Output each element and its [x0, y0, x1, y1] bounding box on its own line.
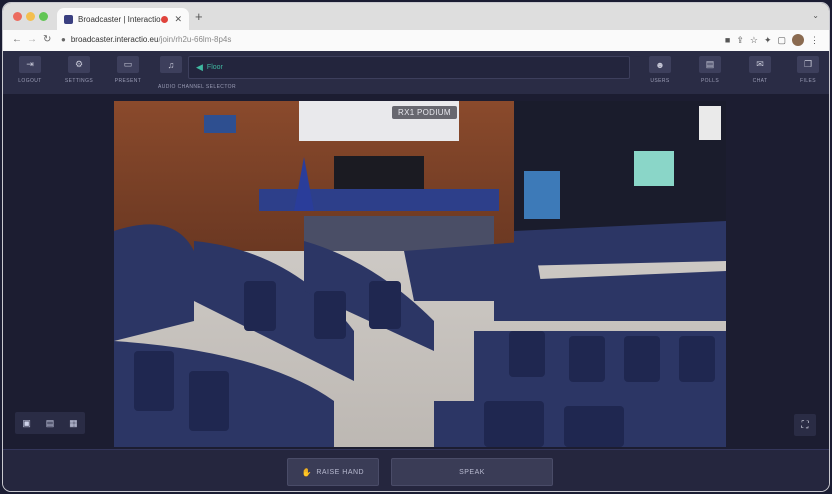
- polls-icon: ▤: [699, 56, 721, 73]
- speak-button[interactable]: SPEAK: [391, 458, 553, 486]
- speak-label: SPEAK: [459, 468, 485, 476]
- logout-label: LOGOUT: [18, 78, 42, 84]
- lock-icon: ●: [61, 35, 66, 44]
- browser-menu-icon[interactable]: ⋮: [810, 35, 819, 46]
- browser-extension-icons: ■ ⇪ ☆ ✦ ▢ ⋮: [725, 34, 819, 46]
- raise-hand-button[interactable]: ✋ RAISE HAND: [287, 458, 379, 486]
- speaker-icon: ◀: [196, 62, 203, 72]
- present-button[interactable]: ▭ PRESENT: [111, 56, 145, 84]
- presentation-view-icon[interactable]: ▤: [46, 418, 55, 429]
- reload-icon[interactable]: ↻: [43, 34, 51, 45]
- users-button[interactable]: ☻ USERS: [643, 56, 677, 84]
- maximize-window-dot[interactable]: [39, 12, 48, 21]
- settings-button[interactable]: ⚙ SETTINGS: [61, 56, 97, 84]
- address-bar: ← → ↻ ● broadcaster.interactio.eu/join/rh…: [3, 30, 829, 52]
- close-window-dot[interactable]: [13, 12, 22, 21]
- new-tab-button[interactable]: +: [195, 10, 203, 24]
- camera-icon[interactable]: ■: [725, 35, 730, 45]
- files-icon: ❐: [797, 56, 819, 73]
- present-screen-icon: ▭: [117, 56, 139, 73]
- files-button[interactable]: ❐ FILES: [791, 56, 825, 84]
- tab-list-chevron-icon[interactable]: ⌄: [812, 11, 819, 20]
- chat-button[interactable]: ✉ CHAT: [743, 56, 777, 84]
- forward-arrow-icon[interactable]: →: [27, 34, 37, 45]
- share-icon[interactable]: ⇪: [736, 35, 744, 46]
- layout-switcher: ▣ ▤ ▦: [15, 412, 85, 434]
- plenary-chamber-image: [114, 101, 726, 447]
- profile-avatar[interactable]: [792, 34, 804, 46]
- chat-icon: ✉: [749, 56, 771, 73]
- polls-button[interactable]: ▤ POLLS: [693, 56, 727, 84]
- video-stage: RX1 PODIUM ▣ ▤ ▦ ⛶: [3, 94, 829, 449]
- room-label-badge: RX1 PODIUM: [392, 106, 457, 119]
- interactio-favicon-icon: [64, 14, 73, 24]
- fullscreen-icon: ⛶: [801, 419, 809, 431]
- polls-label: POLLS: [700, 78, 720, 84]
- hand-icon: ✋: [301, 467, 313, 477]
- audio-channel-button[interactable]: ♫: [158, 56, 184, 73]
- back-arrow-icon[interactable]: ←: [12, 34, 22, 45]
- settings-label: SETTINGS: [64, 78, 94, 84]
- files-label: FILES: [800, 78, 816, 84]
- chat-label: CHAT: [752, 78, 768, 84]
- logout-button[interactable]: ⇥ LOGOUT: [15, 56, 45, 84]
- users-icon: ☻: [649, 56, 671, 73]
- audio-channel-label: AUDIO CHANNEL SELECTOR: [158, 84, 236, 90]
- grid-view-icon[interactable]: ▦: [69, 418, 78, 429]
- extensions-puzzle-icon[interactable]: ✦: [764, 35, 772, 46]
- minimize-window-dot[interactable]: [26, 12, 35, 21]
- browser-tab-bar: Broadcaster | Interactio ✕ + ⌄: [3, 3, 829, 30]
- browser-window: Broadcaster | Interactio ✕ + ⌄ ← → ↻ ● br…: [3, 3, 829, 491]
- raise-hand-label: RAISE HAND: [316, 468, 365, 476]
- url-path: /join/rh2u-66lm-8p4s: [158, 35, 232, 44]
- app-toolbar: ⇥ LOGOUT ⚙ SETTINGS ▭ PRESENT ♫ AUDIO CH…: [3, 51, 829, 94]
- video-feed: RX1 PODIUM: [114, 101, 726, 447]
- action-bar: ✋ RAISE HAND SPEAK: [3, 449, 829, 491]
- sidebar-icon[interactable]: ▢: [777, 35, 786, 46]
- bookmark-star-icon[interactable]: ☆: [750, 35, 758, 46]
- audio-channel-selector[interactable]: ◀ Floor: [188, 56, 630, 79]
- url-field[interactable]: ● broadcaster.interactio.eu/join/rh2u-66l…: [61, 35, 231, 44]
- browser-tab[interactable]: Broadcaster | Interactio ✕: [57, 8, 189, 30]
- speaker-view-icon[interactable]: ▣: [22, 418, 31, 429]
- recording-indicator-icon: [161, 15, 169, 23]
- tab-title: Broadcaster | Interactio: [78, 14, 161, 24]
- audio-channel-icon: ♫: [160, 56, 182, 73]
- users-label: USERS: [650, 78, 670, 84]
- gear-icon: ⚙: [68, 56, 90, 73]
- url-host: broadcaster.interactio.eu: [70, 35, 159, 44]
- logout-icon: ⇥: [19, 56, 41, 73]
- audio-channel-value: Floor: [206, 64, 223, 71]
- close-tab-icon[interactable]: ✕: [174, 14, 182, 25]
- present-label: PRESENT: [114, 78, 142, 84]
- fullscreen-button[interactable]: ⛶: [794, 414, 816, 436]
